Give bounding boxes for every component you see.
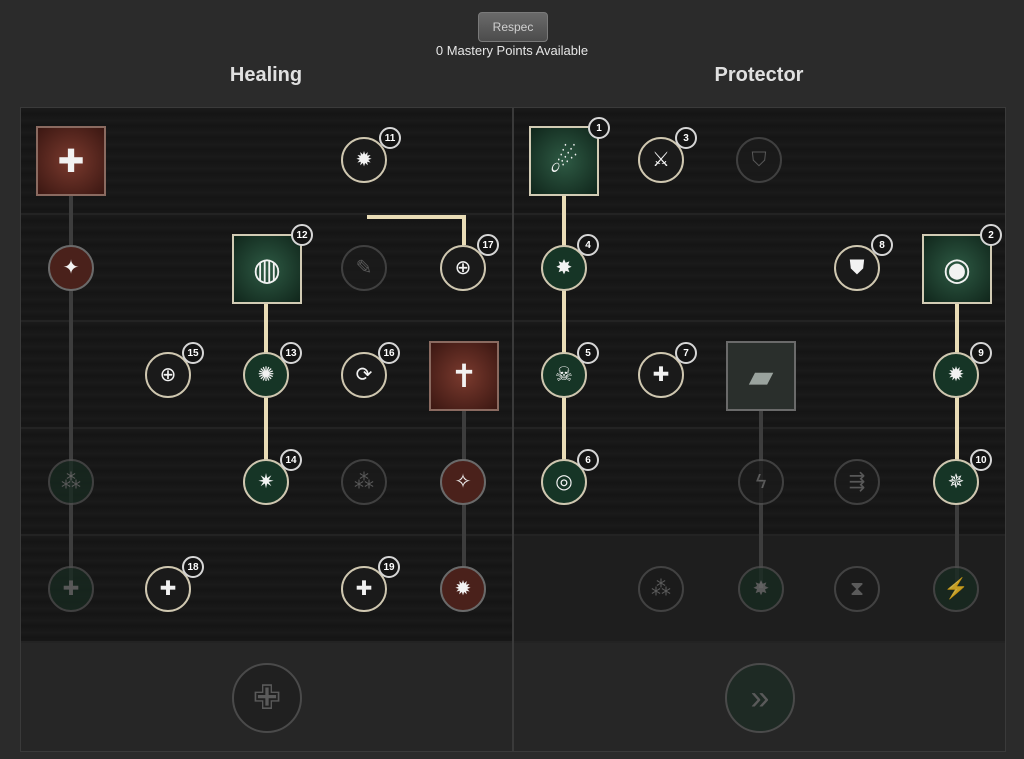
- node-badge: 6: [577, 449, 599, 471]
- radiant-cross-node[interactable]: ✚: [36, 126, 106, 196]
- mastery-points-text: 0 Mastery Points Available: [435, 43, 589, 58]
- runner-icon: ⚡: [943, 578, 969, 600]
- plus-node[interactable]: ✚: [48, 566, 94, 612]
- star-icon: ✦: [62, 257, 80, 279]
- slab-icon: ▰: [748, 358, 774, 394]
- dash-strike-icon: ⚔: [652, 149, 670, 171]
- starburst-node[interactable]: ✹: [440, 566, 486, 612]
- burst-node[interactable]: ✸: [738, 566, 784, 612]
- star-node[interactable]: ✦: [48, 245, 94, 291]
- star-shield-icon: ✷: [257, 471, 275, 493]
- cross-helmet-icon: ⊕: [454, 257, 472, 279]
- chevron-shield-icon: »: [750, 679, 770, 717]
- runners-node[interactable]: ⇶: [834, 459, 880, 505]
- node-badge: 11: [379, 127, 401, 149]
- feather-node[interactable]: ✎: [341, 245, 387, 291]
- tier-row: [21, 536, 512, 643]
- node-badge: 4: [577, 234, 599, 256]
- ring-icon: ◎: [555, 471, 573, 493]
- node-badge: 12: [291, 224, 313, 246]
- protector-title: Protector: [714, 64, 804, 86]
- burst-icon: ✸: [752, 578, 770, 600]
- group-cross-icon: ✝: [450, 358, 478, 394]
- sparkle-plus-icon: ✚: [652, 364, 670, 386]
- node-badge: 3: [675, 127, 697, 149]
- group-light-node[interactable]: ⁂: [341, 459, 387, 505]
- burst-icon: ✸: [555, 257, 573, 279]
- comet-icon: ☄: [549, 143, 579, 179]
- cross-circle-icon: ⊕: [159, 364, 177, 386]
- node-badge: 17: [477, 234, 499, 256]
- node-badge: 10: [970, 449, 992, 471]
- node-badge: 2: [980, 224, 1002, 246]
- connector-line: [462, 215, 466, 245]
- group-heal-icon: ✚: [159, 578, 177, 600]
- star-cross-icon: ✵: [947, 471, 965, 493]
- plus-icon: ✚: [62, 578, 80, 600]
- group-cross-node[interactable]: ✝: [429, 341, 499, 411]
- node-badge: 1: [588, 117, 610, 139]
- aura-shield-icon: ◉: [943, 251, 971, 287]
- lightning-icon: ϟ: [755, 471, 767, 493]
- protector-tree-panel: ☄ 1 ⚔ 3 ⛉ ✸ 4 ⛊ 8 ◉ 2 ☠ 5 ✚ 7 ▰ ✹ 9 ◎ 6 …: [513, 107, 1006, 752]
- connector-line: [562, 196, 566, 486]
- node-badge: 18: [182, 556, 204, 578]
- chest-armor-icon: ⛊: [849, 257, 865, 279]
- network-icon: ⁂: [61, 471, 81, 493]
- healing-tree-panel: ✚ ✹ 11 ✦ ◍ 12 ✎ ⊕ 17 ⊕ 15 ✺ 13 ⟳ 16 ✝ ⁂ …: [20, 107, 513, 752]
- group-arrow-node[interactable]: ⁂: [638, 566, 684, 612]
- node-badge: 8: [871, 234, 893, 256]
- sparkles-icon: ✧: [454, 471, 472, 493]
- sparkles-node[interactable]: ✧: [440, 459, 486, 505]
- shield-icon: ⛉: [751, 149, 767, 171]
- hourglass-icon: ⧗: [849, 578, 865, 600]
- lightning-node[interactable]: ϟ: [738, 459, 784, 505]
- feather-icon: ✎: [355, 257, 373, 279]
- node-badge: 16: [378, 342, 400, 364]
- group-light-icon: ⁂: [354, 471, 374, 493]
- protector-capstone-node[interactable]: »: [725, 663, 795, 733]
- healing-title: Healing: [229, 64, 303, 86]
- skill-node-2[interactable]: ◉: [922, 234, 992, 304]
- network-node[interactable]: ⁂: [48, 459, 94, 505]
- node-badge: 7: [675, 342, 697, 364]
- node-badge: 9: [970, 342, 992, 364]
- plus-icon: ✚: [355, 578, 373, 600]
- radiant-shield-icon: ✹: [947, 364, 965, 386]
- skull-icon: ☠: [555, 364, 573, 386]
- radiant-cross-icon: ✚: [57, 143, 85, 179]
- starburst-icon: ✹: [454, 578, 472, 600]
- orb-swirl-icon: ◍: [253, 251, 281, 287]
- runners-icon: ⇶: [848, 471, 866, 493]
- skill-node-12[interactable]: ◍: [232, 234, 302, 304]
- respec-button[interactable]: Respec: [478, 12, 548, 42]
- node-badge: 15: [182, 342, 204, 364]
- shield-node[interactable]: ⛉: [736, 137, 782, 183]
- connector-line: [367, 215, 465, 219]
- node-badge: 14: [280, 449, 302, 471]
- splash-icon: ✺: [257, 364, 275, 386]
- node-badge: 13: [280, 342, 302, 364]
- group-arrow-icon: ⁂: [651, 578, 671, 600]
- cross-seal-icon: ✙: [252, 679, 282, 717]
- node-badge: 5: [577, 342, 599, 364]
- hourglass-node[interactable]: ⧗: [834, 566, 880, 612]
- cycle-icon: ⟳: [355, 364, 373, 386]
- runner-node[interactable]: ⚡: [933, 566, 979, 612]
- radiant-shield-icon: ✹: [355, 149, 373, 171]
- slab-node[interactable]: ▰: [726, 341, 796, 411]
- healing-capstone-node[interactable]: ✙: [232, 663, 302, 733]
- node-badge: 19: [378, 556, 400, 578]
- skill-node-1[interactable]: ☄: [529, 126, 599, 196]
